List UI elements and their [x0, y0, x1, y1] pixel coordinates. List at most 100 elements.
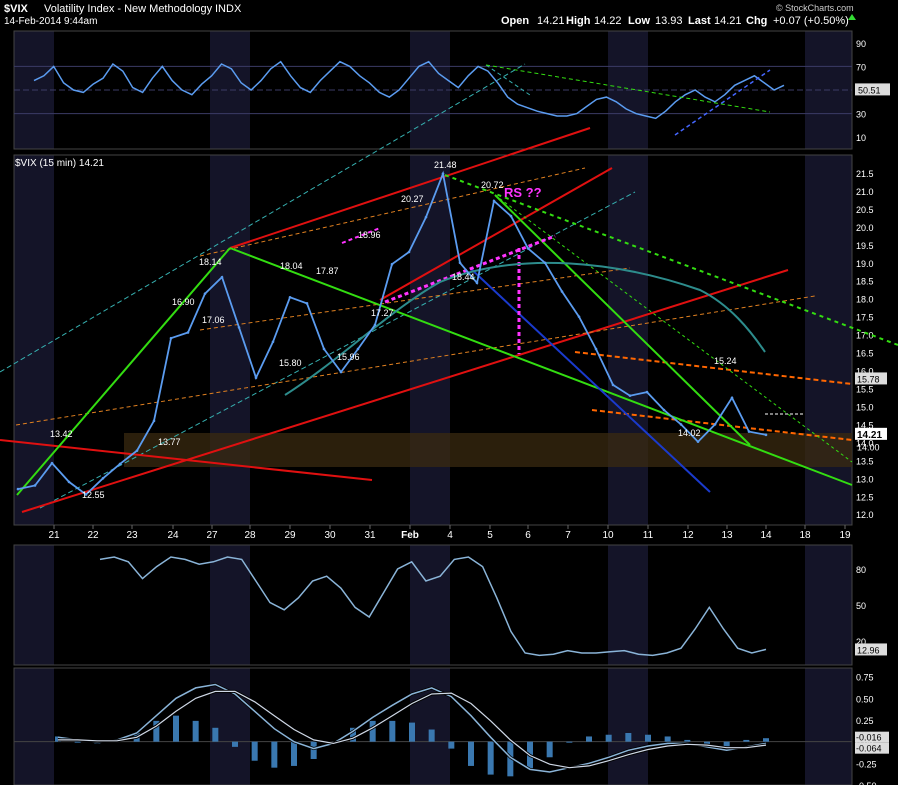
price-y-tick: 15.0	[856, 402, 874, 412]
price-annotation: 14.02	[678, 428, 701, 438]
x-tick-label: 5	[487, 530, 493, 541]
histogram-bar	[546, 741, 553, 758]
histogram-bar	[310, 741, 317, 759]
x-tick-label: 6	[525, 530, 531, 541]
histogram-bar	[232, 741, 238, 747]
histogram-bar	[605, 734, 612, 742]
price-y-tick: 19.0	[856, 259, 874, 269]
y-tick-label: 70	[856, 62, 866, 72]
histogram-bar	[763, 738, 769, 742]
price-annotation: 12.55	[82, 490, 105, 500]
y-tick-label: 30	[856, 110, 866, 120]
bottom-value-label: -0.064	[856, 744, 882, 754]
histogram-bar	[684, 739, 691, 742]
time-band	[608, 668, 648, 785]
price-point	[560, 290, 564, 293]
x-tick-label: 19	[839, 530, 851, 541]
histogram-bar	[468, 741, 474, 766]
price-point	[645, 390, 649, 394]
histogram-bar	[212, 727, 219, 742]
price-point	[135, 449, 139, 452]
mid-y-tick: 50	[856, 601, 866, 611]
bottom-value-label: -0.016	[856, 733, 882, 743]
last-price-label: 14.21	[857, 430, 882, 441]
stock-chart: 21 22 23 24 27 28 29 30 31 Feb 4 5 6 7 10 11 12 13 14 18 19 2…	[0, 30, 898, 785]
x-tick-label: 13	[721, 530, 733, 541]
green-dashed-line-2	[494, 194, 853, 463]
time-band	[410, 668, 450, 785]
x-tick-label: 27	[206, 530, 218, 541]
price-annotation: 17.06	[202, 315, 225, 325]
histogram-bar	[487, 741, 494, 775]
x-tick-label: 14	[760, 530, 772, 541]
price-point	[492, 199, 496, 203]
time-band	[805, 545, 852, 665]
histogram-bar	[192, 720, 199, 742]
histogram-bar	[74, 741, 81, 743]
axes-group: 21 22 23 24 27 28 29 30 31 Feb 4 5 6 7 10 11 12 13 14 18 19 2…	[48, 169, 873, 541]
price-point	[662, 408, 666, 412]
price-annotation: 17.27	[371, 308, 394, 318]
price-point	[713, 423, 717, 426]
histogram-bar	[566, 741, 573, 743]
orange-channel-3	[199, 167, 586, 257]
price-annotation: 17.87	[316, 266, 339, 276]
price-point	[594, 347, 598, 351]
x-tick-label: 4	[447, 530, 453, 541]
price-point	[390, 262, 394, 266]
x-tick-label: 28	[244, 530, 256, 541]
price-annotation: 15.96	[337, 352, 360, 362]
price-y-tick: 13.0	[856, 474, 874, 484]
price-annotation: 15.80	[279, 358, 302, 368]
time-band	[805, 668, 852, 785]
price-y-tick: 18.0	[856, 295, 874, 305]
price-panel-title: $VIX (15 min) 14.21	[15, 158, 104, 169]
price-y-tick: 20.0	[856, 223, 874, 233]
price-point	[628, 394, 632, 397]
price-point	[509, 214, 513, 218]
histogram-bar	[448, 741, 455, 749]
price-y-tick: 13.5	[856, 456, 874, 466]
value-box-ma-label: 15.78	[857, 374, 880, 384]
price-point	[611, 383, 615, 387]
price-point	[169, 336, 173, 340]
price-y-tick: 12.5	[856, 492, 874, 502]
bottom-indicator: 0.750.500.250.00-0.25-0.50-0.016-0.064	[14, 673, 889, 785]
rs-annotation: RS ??	[504, 185, 542, 200]
price-annotation: 16.90	[172, 297, 195, 307]
x-tick-label: 12	[682, 530, 694, 541]
time-band	[608, 545, 648, 665]
price-point	[679, 423, 683, 426]
x-tick-label: 18	[799, 530, 811, 541]
histogram-bar	[409, 722, 415, 742]
price-point	[526, 247, 530, 250]
price-annotation: 18.14	[199, 257, 222, 267]
time-band	[14, 545, 54, 665]
price-point	[50, 461, 54, 465]
red-support-line	[21, 269, 789, 513]
price-point	[152, 419, 156, 423]
price-annotation: 15.24	[714, 356, 737, 366]
histogram-bar	[586, 736, 592, 742]
price-y-tick: 21.5	[856, 169, 874, 179]
price-annotation: 13.77	[158, 437, 181, 447]
price-point	[339, 370, 343, 374]
price-annotation: 18.04	[280, 261, 303, 271]
price-point	[407, 250, 411, 254]
value-label-14: 14.00	[857, 442, 880, 452]
histogram-bar	[743, 739, 750, 742]
price-point	[696, 440, 700, 443]
price-point	[458, 261, 462, 265]
time-band	[14, 668, 54, 785]
price-point	[203, 292, 207, 295]
price-point	[254, 376, 258, 380]
price-point	[33, 484, 37, 487]
price-point	[730, 396, 734, 400]
x-tick-label: 31	[364, 530, 376, 541]
y-tick-label: 10	[856, 133, 866, 143]
price-point	[747, 430, 751, 433]
moving-average-line	[284, 261, 766, 396]
histogram-bar	[664, 736, 671, 742]
price-annotation: 20.27	[401, 194, 424, 204]
price-point	[220, 275, 224, 279]
